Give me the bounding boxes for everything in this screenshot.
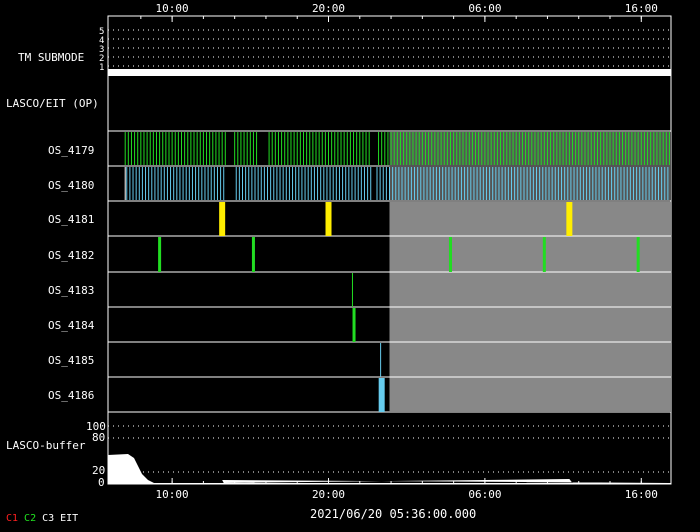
top-time-label: 10:00 (155, 2, 189, 15)
lasco-buffer-label: LASCO-buffer (6, 439, 86, 452)
event-mark-os-4185 (380, 343, 382, 377)
event-mark-os-4181 (219, 202, 226, 236)
tm-submode-label: TM SUBMODE (18, 51, 85, 64)
buffer-level-0: 0 (98, 476, 105, 489)
top-time-label: 06:00 (468, 2, 502, 15)
bottom-time-label: 16:00 (624, 488, 658, 501)
lasco-eit-label: LASCO/EIT (OP) (6, 97, 99, 110)
event-mark-os-4182 (158, 237, 162, 272)
event-mark-os-4182 (636, 237, 640, 272)
legend-c2: C2 (24, 513, 37, 524)
event-mark-os-4182 (448, 237, 452, 272)
bottom-time-label: 10:00 (155, 488, 189, 501)
top-time-label: 20:00 (311, 2, 346, 15)
current-timestamp: 2021/06/20 05:36:00.000 (310, 507, 477, 521)
buffer-fill (108, 454, 671, 484)
row-label-os-4180: OS_4180 (48, 179, 95, 192)
bottom-time-label: 20:00 (311, 488, 346, 501)
row-label-os-4185: OS_4185 (48, 354, 95, 367)
event-mark-os-4186 (378, 378, 385, 412)
tm-submode-band (108, 69, 671, 76)
tm-level-1: 1 (99, 63, 105, 73)
event-mark-os-4182 (542, 237, 546, 272)
event-mark-os-4181 (325, 202, 332, 236)
row-label-os-4183: OS_4183 (48, 284, 95, 297)
event-mark-os-4181 (566, 202, 573, 236)
legend-c1: C1 (6, 513, 19, 524)
top-time-label: 16:00 (624, 2, 658, 15)
camera-legend: C1 C2 C3 EIT (6, 512, 84, 525)
legend-c3: C3 (42, 513, 55, 524)
row-label-os-4182: OS_4182 (48, 249, 95, 262)
row-label-os-4179: OS_4179 (48, 144, 95, 157)
row-label-os-4181: OS_4181 (48, 213, 95, 226)
bottom-time-label: 06:00 (468, 488, 502, 501)
row-label-os-4186: OS_4186 (48, 389, 95, 402)
event-mark-os-4182 (251, 237, 255, 272)
buffer-level-80: 80 (92, 431, 106, 444)
row-label-os-4184: OS_4184 (48, 319, 95, 332)
event-mark-os-4184 (352, 308, 356, 342)
legend-eit: EIT (60, 513, 79, 524)
event-mark-os-4183 (351, 273, 353, 307)
timeline-plot (107, 15, 672, 485)
